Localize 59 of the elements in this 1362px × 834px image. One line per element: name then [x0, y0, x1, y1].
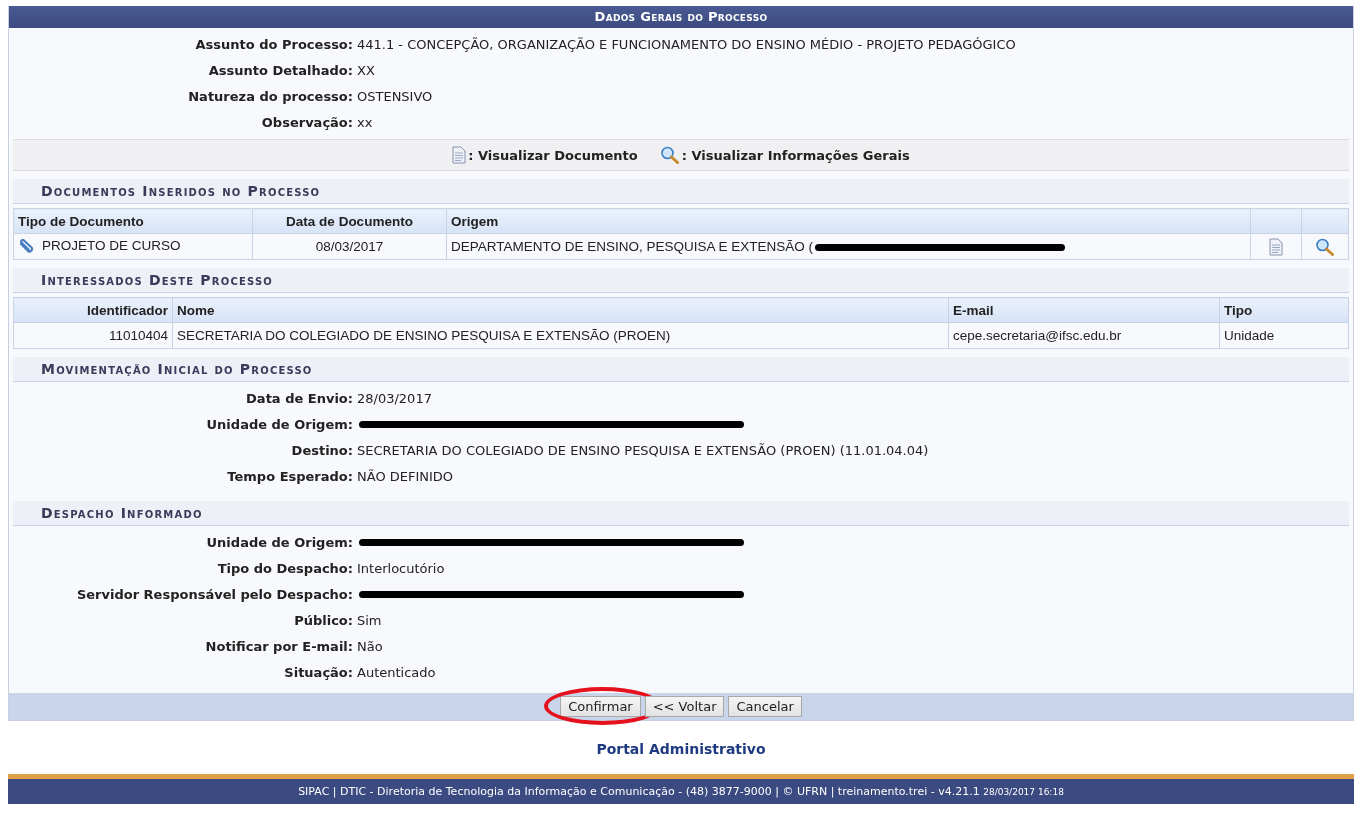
field-value: 28/03/2017	[357, 390, 432, 406]
column-header: Data de Documento	[252, 208, 447, 234]
section-header: Movimentação Inicial do Processo	[13, 357, 1349, 382]
field-value: NÃO DEFINIDO	[357, 468, 454, 484]
column-header: Nome	[172, 297, 949, 323]
field-value: Sim	[357, 612, 382, 628]
view-info-button[interactable]	[1315, 237, 1335, 256]
table-cell: 08/03/2017	[252, 233, 447, 260]
field-label: Unidade de Origem:	[205, 416, 354, 432]
column-header: E-mail	[948, 297, 1220, 323]
column-header: Tipo de Documento	[13, 208, 253, 234]
field-label: Data de Envio:	[245, 390, 354, 406]
field-value: Autenticado	[357, 664, 436, 680]
panel-title: Dados Gerais do Processo	[9, 6, 1353, 28]
section-header: Documentos Inseridos no Processo	[13, 179, 1349, 204]
field-value: SECRETARIA DO COLEGIADO DE ENSINO PESQUISA E EXTENSÃO (PROEN) (11.01.04.04)	[357, 442, 929, 458]
view-document-button[interactable]	[1269, 237, 1283, 256]
field-label: Situação:	[283, 664, 354, 680]
field-label: Servidor Responsável pelo Despacho:	[75, 586, 354, 602]
table-cell: SECRETARIA DO COLEGIADO DE ENSINO PESQUISA E EXTENSÃO (PROEN)	[172, 322, 949, 349]
field-label: Tempo Esperado:	[226, 468, 354, 484]
search-icon	[659, 146, 680, 164]
field-label: Notificar por E-mail:	[204, 638, 354, 654]
field-label: Tipo do Despacho:	[216, 560, 354, 576]
search-icon	[1315, 237, 1335, 256]
field-label: Unidade de Origem:	[205, 534, 354, 550]
table-cell: 11010404	[13, 322, 173, 349]
document-icon	[1269, 237, 1283, 256]
field-label: Destino:	[290, 442, 354, 458]
field-value: Interlocutório	[357, 560, 445, 576]
field-value: xx	[357, 114, 373, 130]
timestamp: 28/03/2017 16:18	[983, 787, 1064, 797]
paperclip-icon	[18, 238, 36, 255]
portal-link[interactable]: Portal Administrativo	[596, 741, 766, 757]
legend-text: : Visualizar Informações Gerais	[681, 147, 910, 163]
table-cell: DEPARTAMENTO DE ENSINO, PESQUISA E EXTENSÃO (	[446, 233, 1251, 260]
field-value: OSTENSIVO	[357, 88, 433, 104]
field-label: Natureza do processo:	[187, 88, 354, 104]
section-header: Interessados Deste Processo	[13, 268, 1349, 293]
section-header: Despacho Informado	[13, 501, 1349, 526]
field-value: 441.1 - CONCEPÇÃO, ORGANIZAÇÃO E FUNCIONAMENTO DO ENSINO MÉDIO - PROJETO PEDAGÓGICO	[357, 36, 1016, 52]
action-button[interactable]: << Voltar	[644, 696, 725, 717]
field-label: Público:	[293, 612, 354, 628]
column-header: Identificador	[13, 297, 173, 323]
field-label: Assunto Detalhado:	[207, 62, 354, 78]
table-cell: Unidade	[1219, 322, 1349, 349]
legend-text: : Visualizar Documento	[468, 147, 638, 163]
table-cell: PROJETO DE CURSO	[13, 233, 253, 260]
action-button[interactable]: Confirmar	[560, 696, 641, 717]
column-header: Tipo	[1219, 297, 1349, 323]
field-value: XX	[357, 62, 375, 78]
footer-text: SIPAC | DTIC - Diretoria de Tecnologia da Informação e Comunicação - (48) 3877-9000 | © UFRN | treinamento.trei - v4.21.1	[298, 785, 980, 798]
action-button[interactable]: Cancelar	[728, 696, 802, 717]
field-label: Assunto do Processo:	[194, 36, 354, 52]
field-label: Observação:	[260, 114, 354, 130]
field-value: Não	[357, 638, 383, 654]
table-cell: cepe.secretaria@ifsc.edu.br	[948, 322, 1220, 349]
document-icon	[452, 146, 467, 164]
column-header: Origem	[446, 208, 1251, 234]
